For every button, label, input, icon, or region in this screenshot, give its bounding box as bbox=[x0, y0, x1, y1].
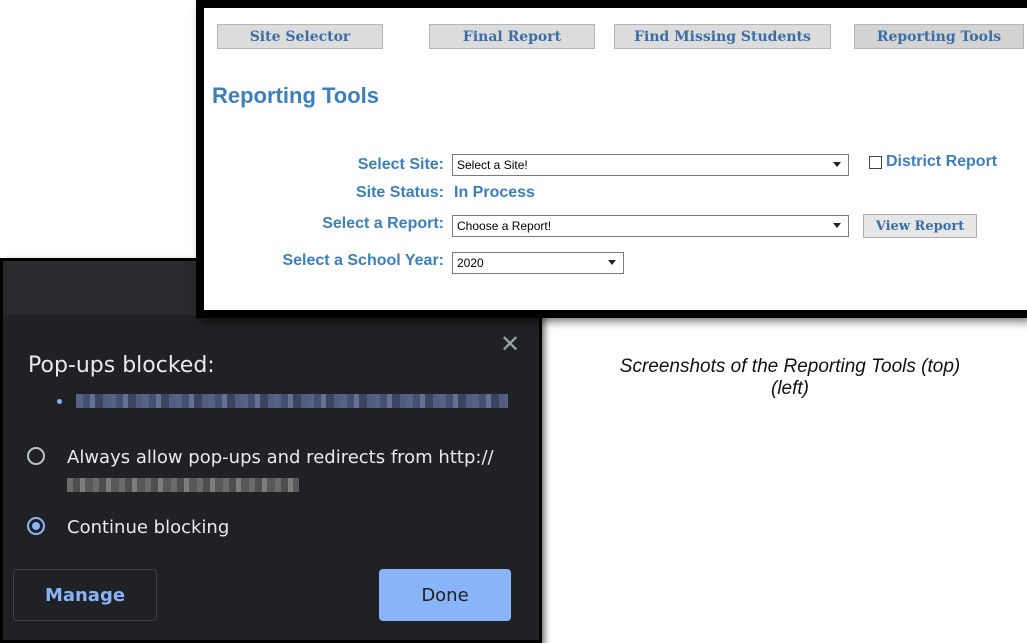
chevron-down-icon bbox=[608, 260, 616, 265]
blurred-site-url bbox=[67, 478, 299, 492]
chevron-down-icon bbox=[833, 223, 841, 228]
done-button[interactable]: Done bbox=[379, 569, 511, 621]
dialog-title: Pop-ups blocked: bbox=[28, 353, 215, 378]
reporting-tools-panel: Site Selector Final Report Find Missing … bbox=[196, 0, 1027, 318]
select-report-label: Select a Report: bbox=[322, 215, 444, 232]
district-report-checkbox[interactable]: District Report bbox=[869, 153, 997, 171]
tab-find-missing-students[interactable]: Find Missing Students bbox=[614, 24, 831, 49]
school-year-select[interactable]: 2020 bbox=[452, 252, 624, 274]
view-report-button[interactable]: View Report bbox=[863, 214, 977, 238]
continue-blocking-label: Continue blocking bbox=[67, 517, 230, 538]
tab-final-report[interactable]: Final Report bbox=[429, 24, 595, 49]
school-year-value: 2020 bbox=[457, 256, 484, 270]
blurred-popup-url bbox=[76, 394, 508, 408]
radio-continue-blocking[interactable]: Continue blocking bbox=[27, 517, 229, 539]
close-icon[interactable]: ✕ bbox=[495, 329, 525, 359]
always-allow-label: Always allow pop-ups and redirects from … bbox=[67, 447, 494, 468]
figure-caption: Screenshots of the Reporting Tools (top)… bbox=[555, 356, 1025, 400]
caption-line-1: Screenshots of the Reporting Tools (top) bbox=[619, 356, 961, 377]
radio-unchecked-icon[interactable] bbox=[27, 447, 45, 465]
select-school-year-label: Select a School Year: bbox=[282, 252, 444, 269]
report-select[interactable]: Choose a Report! bbox=[452, 215, 849, 237]
radio-checked-icon[interactable] bbox=[27, 517, 45, 535]
tab-site-selector[interactable]: Site Selector bbox=[217, 24, 383, 49]
site-select-value: Select a Site! bbox=[457, 158, 528, 172]
radio-always-allow[interactable]: Always allow pop-ups and redirects from … bbox=[27, 447, 494, 492]
caption-line-2: (left) bbox=[771, 378, 809, 399]
report-select-value: Choose a Report! bbox=[457, 219, 552, 233]
tab-reporting-tools[interactable]: Reporting Tools bbox=[854, 24, 1024, 49]
manage-button[interactable]: Manage bbox=[13, 569, 157, 621]
bullet-icon bbox=[57, 398, 62, 404]
blocked-popup-list-item[interactable] bbox=[57, 394, 508, 408]
site-status-label: Site Status: bbox=[355, 184, 444, 201]
site-status-value: In Process bbox=[454, 184, 535, 201]
district-report-label: District Report bbox=[886, 153, 998, 170]
page-title: Reporting Tools bbox=[212, 83, 380, 108]
checkbox-icon[interactable] bbox=[869, 155, 882, 169]
site-select[interactable]: Select a Site! bbox=[452, 154, 849, 176]
chevron-down-icon bbox=[833, 162, 841, 167]
select-site-label: Select Site: bbox=[357, 156, 444, 173]
